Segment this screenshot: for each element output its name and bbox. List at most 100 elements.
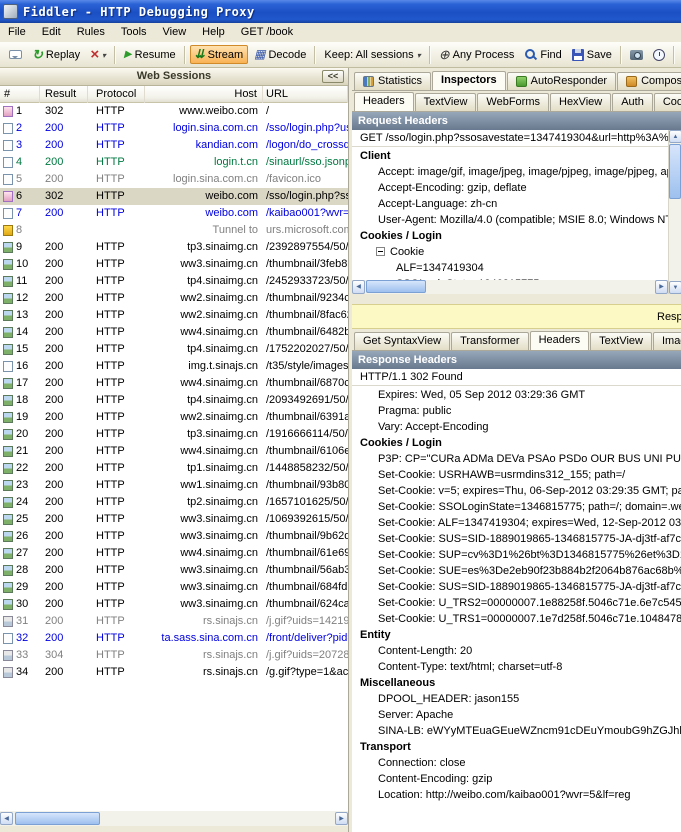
session-row[interactable]: 2200HTTPlogin.sina.com.cn/sso/login.php?… xyxy=(0,120,348,137)
header-line[interactable]: Set-Cookie: v=5; expires=Thu, 06-Sep-201… xyxy=(352,483,681,499)
tab-cookies[interactable]: Cookies xyxy=(654,93,681,111)
scroll-right-icon[interactable]: ▶ xyxy=(655,280,668,294)
keep-sessions-dropdown[interactable]: Keep: All sessions xyxy=(320,47,424,63)
header-line[interactable]: ALF=1347419304 xyxy=(352,260,668,276)
tab-statistics[interactable]: Statistics xyxy=(354,72,431,90)
response-status-line[interactable]: HTTP/1.1 302 Found xyxy=(352,369,681,386)
session-row[interactable]: 18200HTTPtp4.sinaimg.cn/2093492691/50/56… xyxy=(0,392,348,409)
session-row[interactable]: 6302HTTPweibo.com/sso/login.php?ssosaves… xyxy=(0,188,348,205)
decode-button[interactable]: Decode xyxy=(250,46,310,63)
session-row[interactable]: 12200HTTPww2.sinaimg.cn/thumbnail/9234c3… xyxy=(0,290,348,307)
header-line[interactable]: Set-Cookie: ALF=1347419304; expires=Wed,… xyxy=(352,515,681,531)
tab-textview[interactable]: TextView xyxy=(590,332,652,350)
tab-auth[interactable]: Auth xyxy=(612,93,653,111)
session-row[interactable]: 5200HTTPlogin.sina.com.cn/favicon.ico xyxy=(0,171,348,188)
header-line[interactable]: User-Agent: Mozilla/4.0 (compatible; MSI… xyxy=(352,212,668,228)
header-line[interactable]: Set-Cookie: USRHAWB=usrmdins312_155; pat… xyxy=(352,467,681,483)
session-row[interactable]: 24200HTTPtp2.sinaimg.cn/1657101625/50/56… xyxy=(0,494,348,511)
header-line[interactable]: Location: http://weibo.com/kaibao001?wvr… xyxy=(352,787,681,803)
header-line[interactable]: Pragma: public xyxy=(352,403,681,419)
session-row[interactable]: 23200HTTPww1.sinaimg.cn/thumbnail/93b807… xyxy=(0,477,348,494)
collapse-box-icon[interactable] xyxy=(376,247,385,256)
session-row[interactable]: 25200HTTPww3.sinaimg.cn/1069392615/50/56… xyxy=(0,511,348,528)
scroll-right-icon[interactable]: ▶ xyxy=(335,812,348,825)
session-row[interactable]: 3200HTTPkandian.com/logon/do_crossdomain xyxy=(0,137,348,154)
session-row[interactable]: 27200HTTPww4.sinaimg.cn/thumbnail/61e698… xyxy=(0,545,348,562)
session-row[interactable]: 14200HTTPww4.sinaimg.cn/thumbnail/6482b1… xyxy=(0,324,348,341)
tab-autoresponder[interactable]: AutoResponder xyxy=(507,72,616,90)
header-line[interactable]: DPOOL_HEADER: jason155 xyxy=(352,691,681,707)
session-row[interactable]: 4200HTTPlogin.t.cn/sinaurl/sso.jsonp xyxy=(0,154,348,171)
menu-item-help[interactable]: Help xyxy=(194,23,233,42)
header-group[interactable]: Transport xyxy=(352,739,681,755)
header-line[interactable]: SINA-LB: eWYyMTEuaGEueWZncm91cDEuYmoubG9… xyxy=(352,723,681,739)
header-group[interactable]: Cookies / Login xyxy=(352,435,681,451)
menu-item-file[interactable]: File xyxy=(0,23,34,42)
header-line[interactable]: Expires: Wed, 05 Sep 2012 03:29:36 GMT xyxy=(352,387,681,403)
header-line[interactable]: Accept-Language: zh-cn xyxy=(352,196,668,212)
scroll-up-icon[interactable]: ▲ xyxy=(669,130,681,143)
header-line[interactable]: Set-Cookie: U_TRS1=00000007.1e7d258f.504… xyxy=(352,611,681,627)
session-row[interactable]: 22200HTTPtp1.sinaimg.cn/1448858232/50/56… xyxy=(0,460,348,477)
menu-item-view[interactable]: View xyxy=(155,23,195,42)
header-group[interactable]: Client xyxy=(352,148,668,164)
header-line[interactable]: Server: Apache xyxy=(352,707,681,723)
header-group[interactable]: Entity xyxy=(352,627,681,643)
menu-item-get-book[interactable]: GET /book xyxy=(233,23,301,42)
menu-item-edit[interactable]: Edit xyxy=(34,23,69,42)
tab-webforms[interactable]: WebForms xyxy=(477,93,549,111)
session-row[interactable]: 31200HTTPrs.sinajs.cn/j.gif?uids=1421948… xyxy=(0,613,348,630)
header-line[interactable]: Content-Encoding: gzip xyxy=(352,771,681,787)
header-line[interactable]: Set-Cookie: U_TRS2=00000007.1e88258f.504… xyxy=(352,595,681,611)
any-process-button[interactable]: Any Process xyxy=(435,46,519,64)
header-line[interactable]: Set-Cookie: SSOLoginState=1346815775; pa… xyxy=(352,499,681,515)
session-row[interactable]: 15200HTTPtp4.sinaimg.cn/1752202027/50/56… xyxy=(0,341,348,358)
tab-hexview[interactable]: HexView xyxy=(550,93,611,111)
scrollbar-thumb[interactable] xyxy=(15,812,100,825)
session-row[interactable]: 1302HTTPwww.weibo.com/ xyxy=(0,103,348,120)
column-header-host[interactable]: Host xyxy=(145,86,263,103)
response-encoding-banner[interactable]: Response is encoded and may need to be d… xyxy=(352,304,681,329)
tab-headers[interactable]: Headers xyxy=(530,331,590,350)
session-row[interactable]: 17200HTTPww4.sinaimg.cn/thumbnail/6870c2… xyxy=(0,375,348,392)
header-line[interactable]: Set-Cookie: SUP=cv%3D1%26bt%3D1346815775… xyxy=(352,547,681,563)
session-row[interactable]: 11200HTTPtp4.sinaimg.cn/2452933723/50/56… xyxy=(0,273,348,290)
scroll-left-icon[interactable]: ◀ xyxy=(352,280,365,294)
session-row[interactable]: 29200HTTPww3.sinaimg.cn/thumbnail/684fd1… xyxy=(0,579,348,596)
tab-headers[interactable]: Headers xyxy=(354,92,414,111)
session-row[interactable]: 21200HTTPww4.sinaimg.cn/thumbnail/6106e3… xyxy=(0,443,348,460)
header-line[interactable]: P3P: CP="CURa ADMa DEVa PSAo PSDo OUR BU… xyxy=(352,451,681,467)
scroll-down-icon[interactable]: ▼ xyxy=(669,281,681,294)
request-vertical-scrollbar[interactable]: ▲ ▼ xyxy=(668,130,681,294)
session-row[interactable]: 32200HTTPta.sass.sina.com.cn/front/deliv… xyxy=(0,630,348,647)
sessions-horizontal-scrollbar[interactable]: ◀ ▶ xyxy=(0,811,348,826)
column-header-result[interactable]: Result xyxy=(40,86,88,103)
request-line[interactable]: GET /sso/login.php?ssosavestate=13474193… xyxy=(352,130,681,147)
menu-item-rules[interactable]: Rules xyxy=(69,23,113,42)
session-row[interactable]: 16200HTTPimg.t.sinajs.cn/t35/style/image… xyxy=(0,358,348,375)
header-group[interactable]: Miscellaneous xyxy=(352,675,681,691)
session-row[interactable]: 33304HTTPrs.sinajs.cn/j.gif?uids=2072841… xyxy=(0,647,348,664)
resume-button[interactable]: Resume xyxy=(120,47,180,63)
tab-transformer[interactable]: Transformer xyxy=(451,332,529,350)
session-row[interactable]: 20200HTTPtp3.sinaimg.cn/1916666114/50/56… xyxy=(0,426,348,443)
tab-textview[interactable]: TextView xyxy=(415,93,477,111)
collapse-sessions-button[interactable]: << xyxy=(322,70,344,83)
request-horizontal-scrollbar[interactable]: ◀ ▶ xyxy=(352,280,668,294)
header-line[interactable]: Content-Type: text/html; charset=utf-8 xyxy=(352,659,681,675)
session-row[interactable]: 10200HTTPww3.sinaimg.cn/thumbnail/3feb81… xyxy=(0,256,348,273)
tab-imageview[interactable]: ImageView xyxy=(653,332,681,350)
header-line[interactable]: Cookie xyxy=(352,244,668,260)
replay-button[interactable]: Replay xyxy=(28,46,84,64)
session-row[interactable]: 13200HTTPww2.sinaimg.cn/thumbnail/8fac62… xyxy=(0,307,348,324)
header-line[interactable]: Connection: close xyxy=(352,755,681,771)
stream-toggle-button[interactable]: Stream xyxy=(190,45,249,64)
session-row[interactable]: 19200HTTPww2.sinaimg.cn/thumbnail/6391a8… xyxy=(0,409,348,426)
header-line[interactable]: Vary: Accept-Encoding xyxy=(352,419,681,435)
column-header-num[interactable]: # xyxy=(0,86,40,103)
tab-inspectors[interactable]: Inspectors xyxy=(432,71,506,90)
menu-item-tools[interactable]: Tools xyxy=(113,23,155,42)
scrollbar-thumb[interactable] xyxy=(669,144,681,199)
session-row[interactable]: 28200HTTPww3.sinaimg.cn/thumbnail/56ab32… xyxy=(0,562,348,579)
scroll-left-icon[interactable]: ◀ xyxy=(0,812,13,825)
